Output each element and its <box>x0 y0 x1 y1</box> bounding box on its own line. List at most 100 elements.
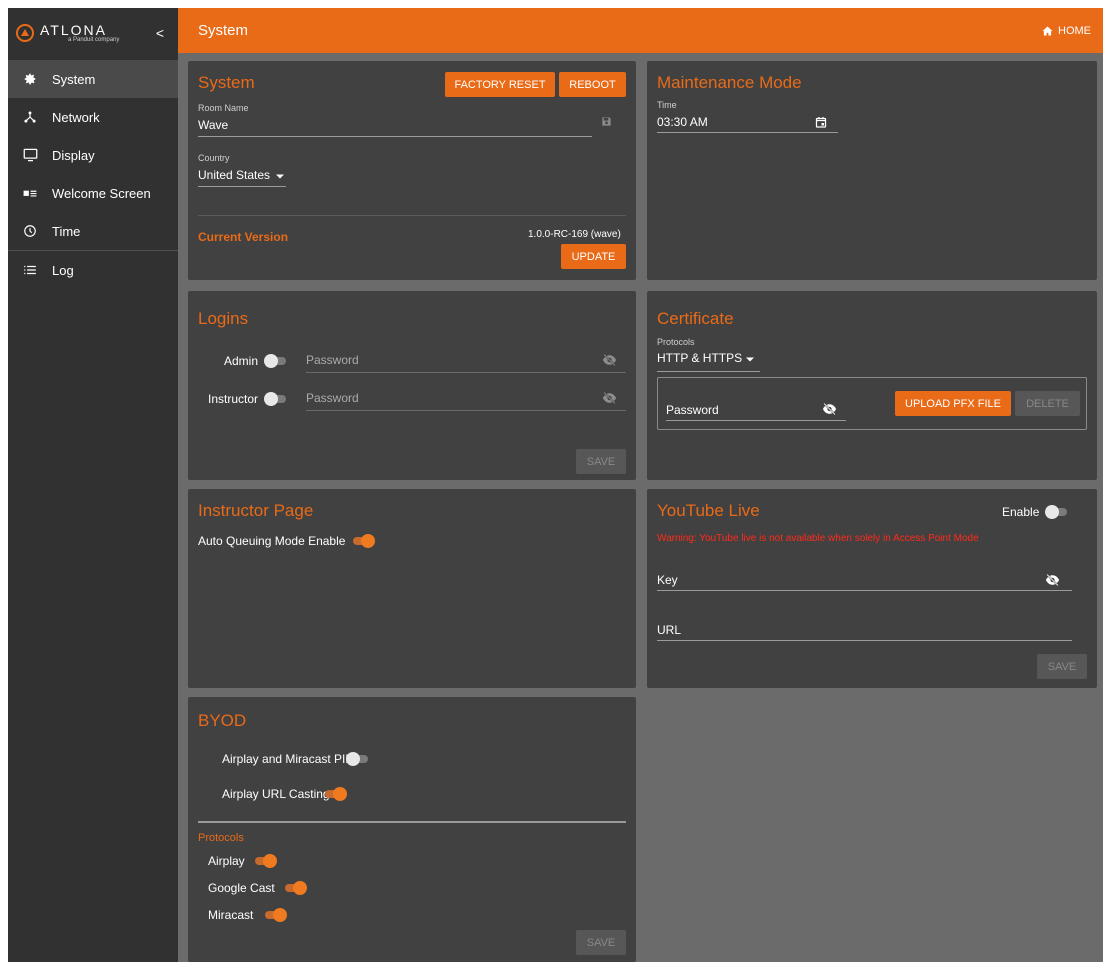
upload-pfx-file-button[interactable]: UPLOAD PFX FILE <box>895 391 1011 416</box>
instructor-password-input[interactable]: Password <box>306 391 359 405</box>
visibility-off-icon[interactable] <box>601 353 617 367</box>
sidebar-item-log[interactable]: Log <box>8 251 178 289</box>
logins-save-button[interactable]: SAVE <box>576 449 626 474</box>
youtube-url-input[interactable]: URL <box>657 623 681 637</box>
app-window: ATLONA a Panduit company < System Networ… <box>8 8 1103 962</box>
airplay-url-casting-label: Airplay URL Casting <box>222 787 330 801</box>
auto-queuing-toggle[interactable] <box>351 534 375 548</box>
protocols-heading: Protocols <box>198 832 244 844</box>
airplay-miracast-pin-label: Airplay and Miracast PIN <box>222 752 355 766</box>
divider <box>198 821 626 823</box>
logo-word: ATLONA <box>40 21 107 38</box>
airplay-label: Airplay <box>208 854 245 868</box>
country-select[interactable]: United States <box>198 168 286 188</box>
maintenance-mode-card: Maintenance Mode Time 03:30 AM <box>647 61 1097 280</box>
instructor-password-underline <box>306 410 626 411</box>
room-name-label: Room Name <box>198 103 249 113</box>
card-title: Certificate <box>657 309 734 328</box>
miracast-label: Miracast <box>208 908 254 922</box>
logo: ATLONA a Panduit company <box>40 23 119 44</box>
admin-toggle[interactable] <box>264 354 288 368</box>
network-icon <box>8 110 52 124</box>
atlona-logo-icon <box>16 24 34 42</box>
sidebar-nav: System Network Display Welcome Screen Ti… <box>8 60 178 289</box>
page-title: System <box>198 22 249 39</box>
gear-icon <box>8 72 52 86</box>
time-label: Time <box>657 100 677 110</box>
current-version-value: 1.0.0-RC-169 (wave) <box>528 229 621 240</box>
visibility-off-icon[interactable] <box>1044 573 1060 587</box>
airplay-url-casting-toggle[interactable] <box>323 787 347 801</box>
visibility-off-icon[interactable] <box>601 391 617 405</box>
sidebar-item-display[interactable]: Display <box>8 136 178 174</box>
youtube-enable-toggle[interactable] <box>1045 505 1069 519</box>
sidebar: ATLONA a Panduit company < System Networ… <box>8 8 178 962</box>
dropdown-arrow-icon <box>275 171 285 181</box>
list-icon <box>8 264 52 276</box>
card-title: YouTube Live <box>657 501 760 520</box>
time-input[interactable]: 03:30 AM <box>657 115 708 129</box>
visibility-off-icon[interactable] <box>821 402 837 416</box>
sidebar-item-label: Display <box>52 147 95 163</box>
sidebar-item-label: Log <box>52 262 74 278</box>
card-title: Instructor Page <box>198 501 314 520</box>
sidebar-item-welcome-screen[interactable]: Welcome Screen <box>8 174 178 212</box>
clock-icon <box>8 224 52 238</box>
admin-password-input[interactable]: Password <box>306 353 359 367</box>
home-link[interactable]: HOME <box>1042 25 1091 37</box>
divider <box>198 215 626 216</box>
sidebar-item-label: System <box>52 71 96 87</box>
instructor-toggle[interactable] <box>264 392 288 406</box>
airplay-toggle[interactable] <box>253 854 277 868</box>
card-title: BYOD <box>198 711 247 730</box>
youtube-url-underline <box>657 640 1072 641</box>
room-name-underline <box>198 136 592 137</box>
update-button[interactable]: UPDATE <box>561 244 626 269</box>
miracast-toggle[interactable] <box>263 908 287 922</box>
current-version-label: Current Version <box>198 230 289 244</box>
instructor-label: Instructor <box>208 392 259 406</box>
calendar-icon[interactable] <box>814 115 828 129</box>
monitor-icon <box>8 148 52 162</box>
sidebar-item-network[interactable]: Network <box>8 98 178 136</box>
pfx-password-input[interactable]: Password <box>666 403 719 417</box>
factory-reset-button[interactable]: FACTORY RESET <box>445 72 555 97</box>
google-cast-toggle[interactable] <box>283 881 307 895</box>
reboot-button[interactable]: REBOOT <box>559 72 626 97</box>
pfx-password-underline <box>666 420 846 421</box>
delete-button[interactable]: DELETE <box>1015 391 1080 416</box>
card-title: Logins <box>198 309 249 328</box>
admin-label: Admin <box>224 354 259 368</box>
sidebar-item-label: Welcome Screen <box>52 185 151 201</box>
card-title: System <box>198 73 255 92</box>
byod-save-button[interactable]: SAVE <box>576 930 626 955</box>
youtube-enable-label: Enable <box>1002 505 1040 519</box>
country-label: Country <box>198 153 230 163</box>
youtube-key-input[interactable]: Key <box>657 573 678 587</box>
logins-card: Logins Admin Password Instructor Passwor… <box>188 291 636 480</box>
google-cast-label: Google Cast <box>208 881 275 895</box>
sidebar-item-label: Network <box>52 109 100 125</box>
collapse-sidebar-button[interactable]: < <box>156 25 164 41</box>
top-bar: System HOME <box>178 8 1103 53</box>
protocols-select[interactable]: HTTP & HTTPS <box>657 351 760 371</box>
byod-card: BYOD Airplay and Miracast PIN Airplay UR… <box>188 697 636 962</box>
sidebar-item-time[interactable]: Time <box>8 212 178 250</box>
country-underline <box>198 186 286 187</box>
protocols-underline <box>657 371 760 372</box>
sidebar-item-system[interactable]: System <box>8 60 178 98</box>
protocols-label: Protocols <box>657 337 695 347</box>
logo-bar: ATLONA a Panduit company < <box>8 8 178 58</box>
youtube-save-button[interactable]: SAVE <box>1037 654 1087 679</box>
instructor-page-card: Instructor Page Auto Queuing Mode Enable <box>188 489 636 688</box>
welcome-screen-icon <box>8 188 52 198</box>
admin-password-underline <box>306 372 626 373</box>
sidebar-item-label: Time <box>52 223 81 239</box>
save-icon[interactable] <box>598 113 614 129</box>
pfx-upload-box: Password UPLOAD PFX FILE DELETE <box>657 377 1087 430</box>
room-name-input[interactable]: Wave <box>198 118 228 132</box>
logo-subtitle: a Panduit company <box>68 36 120 43</box>
time-underline <box>657 132 838 133</box>
card-title: Maintenance Mode <box>657 73 802 92</box>
airplay-miracast-pin-toggle[interactable] <box>346 752 370 766</box>
